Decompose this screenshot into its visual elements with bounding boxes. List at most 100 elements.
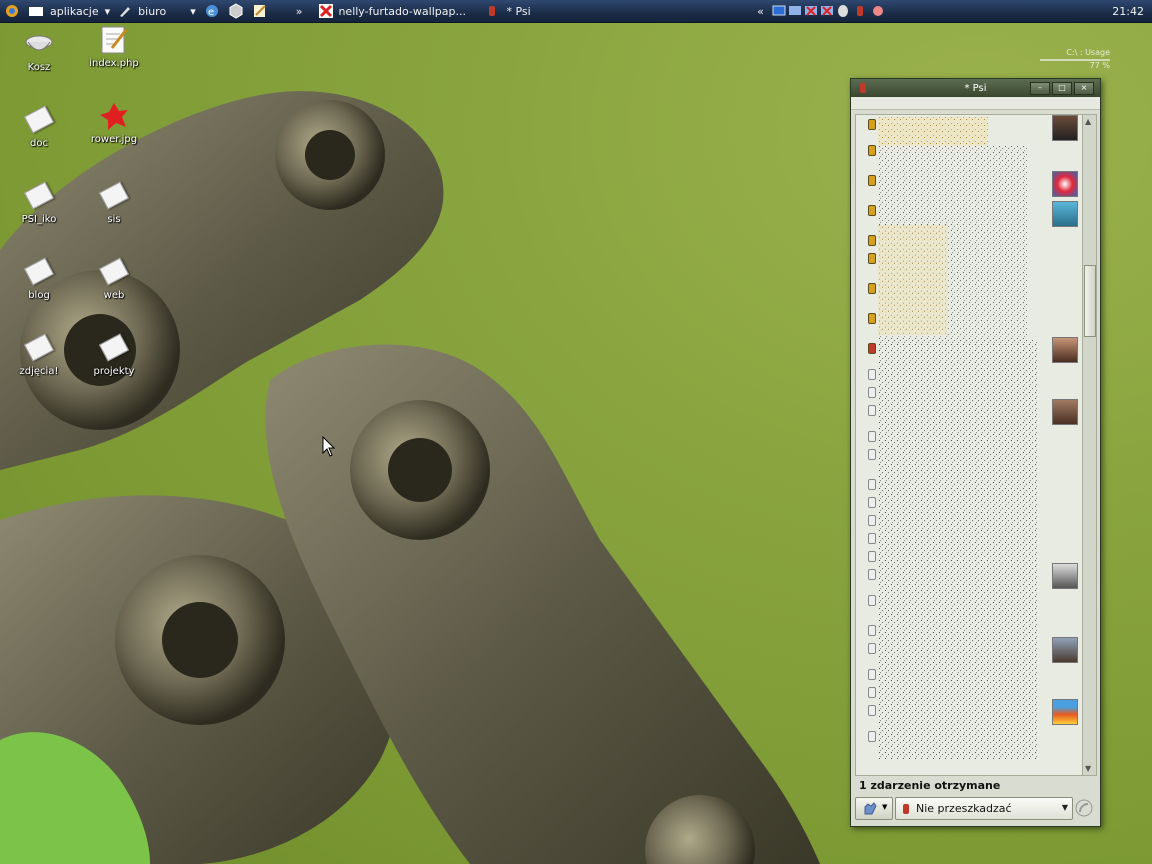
desktop-icon-label: blog [28, 290, 50, 301]
contact-status-icon[interactable] [868, 205, 876, 216]
desktop-icon-label: web [103, 290, 125, 301]
contact-status-icon[interactable] [868, 569, 876, 580]
events-received-text[interactable]: 1 zdarzenie otrzymane [859, 779, 1000, 792]
contact-status-icon[interactable] [868, 253, 876, 264]
contact-roster[interactable]: ▲ ▼ [855, 114, 1097, 776]
contact-status-icon[interactable] [868, 687, 876, 698]
contact-avatar[interactable] [1052, 171, 1078, 197]
contact-status-icon[interactable] [868, 387, 876, 398]
network-disconnected-icon[interactable] [804, 4, 818, 18]
scroll-thumb[interactable] [1084, 265, 1096, 337]
launcher-editor[interactable] [248, 0, 272, 22]
task-wallpaper[interactable]: nelly-furtado-wallpap... [314, 0, 472, 22]
contact-status-icon[interactable] [868, 551, 876, 562]
contact-status-icon[interactable] [868, 175, 876, 186]
double-chevron-right-icon: » [295, 4, 303, 18]
desktop-icon-projekty[interactable]: projekty [79, 332, 149, 377]
scroll-down-arrow-icon[interactable]: ▼ [1085, 764, 1091, 773]
task-wallpaper-label: nelly-furtado-wallpap... [338, 4, 466, 18]
roster-scrollbar[interactable]: ▲ ▼ [1082, 115, 1096, 775]
scroll-up-arrow-icon[interactable]: ▲ [1085, 117, 1091, 126]
task-psi-label: * Psi [506, 4, 531, 18]
contact-status-icon[interactable] [868, 145, 876, 156]
folder-icon [23, 332, 55, 364]
folder-icon [23, 256, 55, 288]
network-disconnected-icon[interactable] [820, 4, 834, 18]
chevron-down-icon: ▾ [190, 4, 196, 18]
desktop-icon-rower-jpg[interactable]: rower.jpg [79, 100, 149, 145]
network-icon[interactable] [772, 4, 786, 18]
contact-avatar[interactable] [1052, 563, 1078, 589]
contact-status-icon[interactable] [868, 705, 876, 716]
launcher-browser[interactable]: e [200, 0, 224, 22]
contact-status-icon[interactable] [868, 449, 876, 460]
psi-tray-icon[interactable] [856, 4, 864, 18]
apps-menu[interactable]: aplikacje ▾ [24, 0, 114, 22]
psi-titlebar[interactable]: * Psi – □ × [851, 79, 1100, 97]
contact-status-icon[interactable] [868, 119, 876, 130]
contact-status-icon[interactable] [868, 643, 876, 654]
contact-status-icon[interactable] [868, 283, 876, 294]
svg-text:e: e [208, 7, 214, 18]
contact-status-icon[interactable] [868, 533, 876, 544]
psi-main-menu-button[interactable]: ▼ [855, 797, 893, 820]
close-button[interactable]: × [1074, 82, 1094, 95]
contact-avatar[interactable] [1052, 337, 1078, 363]
contact-status-icon[interactable] [868, 669, 876, 680]
chevron-down-icon: ▾ [104, 4, 111, 18]
system-monitor-widget: C:\ : Usage 77 % [1040, 48, 1110, 70]
desktop-icon-index-php[interactable]: index.php [79, 24, 149, 69]
contact-status-icon[interactable] [868, 405, 876, 416]
desktop-icon-web[interactable]: web [79, 256, 149, 301]
monitor-icon[interactable] [788, 4, 802, 18]
minimize-button[interactable]: – [1030, 82, 1050, 95]
chevron-down-icon: ▼ [1061, 803, 1068, 812]
image-file-icon [98, 100, 130, 132]
tray-expand[interactable]: « [753, 0, 768, 22]
desktop-icon-doc[interactable]: doc [4, 104, 74, 149]
desktop-icon-blog[interactable]: blog [4, 256, 74, 301]
panel-expand[interactable]: » [272, 0, 315, 22]
contact-status-icon[interactable] [868, 625, 876, 636]
office-menu[interactable]: biuro ▾ [114, 0, 200, 22]
main-menu-button[interactable] [0, 0, 24, 22]
contact-status-icon[interactable] [868, 731, 876, 742]
contact-status-icon[interactable] [868, 515, 876, 526]
kopete-icon[interactable] [870, 3, 886, 19]
contact-avatar[interactable] [1052, 201, 1078, 227]
desktop-icon-label: Kosz [27, 62, 51, 73]
desktop-icon-label: doc [30, 138, 48, 149]
sysmon-value: 77 % [1089, 61, 1110, 70]
contact-avatar[interactable] [1052, 637, 1078, 663]
desktop-icon-trash[interactable]: Kosz [4, 28, 74, 73]
clock[interactable]: 21:42 [1108, 0, 1152, 22]
contact-status-icon[interactable] [868, 343, 876, 354]
task-psi[interactable]: * Psi [484, 0, 534, 22]
desktop-icon-sis[interactable]: sis [79, 180, 149, 225]
brush-icon [120, 7, 131, 17]
contact-status-icon[interactable] [868, 313, 876, 324]
hexagon-icon [229, 3, 243, 19]
contact-status-icon[interactable] [868, 479, 876, 490]
desktop-icon-psi-iko[interactable]: PSI_iko [4, 180, 74, 225]
launcher-settings[interactable] [224, 0, 248, 22]
contact-status-icon[interactable] [868, 497, 876, 508]
top-panel: aplikacje ▾ biuro ▾ e » nelly-furtado-wa… [0, 0, 1152, 23]
folder-icon [98, 180, 130, 212]
maximize-button[interactable]: □ [1052, 82, 1072, 95]
status-select[interactable]: Nie przeszkadzać ▼ [895, 797, 1073, 820]
rss-icon[interactable] [1075, 799, 1093, 817]
office-menu-label: biuro [138, 4, 167, 18]
contact-status-icon[interactable] [868, 235, 876, 246]
alien-icon[interactable] [836, 4, 850, 18]
desktop-icon-zdjecia[interactable]: zdjęcia! [4, 332, 74, 377]
contact-status-icon[interactable] [868, 369, 876, 380]
contact-avatar[interactable] [1052, 699, 1078, 725]
desktop-icon-label: projekty [93, 366, 135, 377]
psi-window: * Psi – □ × ▲ ▼ 1 zdarzenie otrzymane ▼ … [850, 78, 1101, 827]
browser-icon: e [205, 5, 218, 18]
contact-status-icon[interactable] [868, 431, 876, 442]
contact-status-icon[interactable] [868, 595, 876, 606]
contact-avatar[interactable] [1052, 399, 1078, 425]
contact-avatar[interactable] [1052, 115, 1078, 141]
